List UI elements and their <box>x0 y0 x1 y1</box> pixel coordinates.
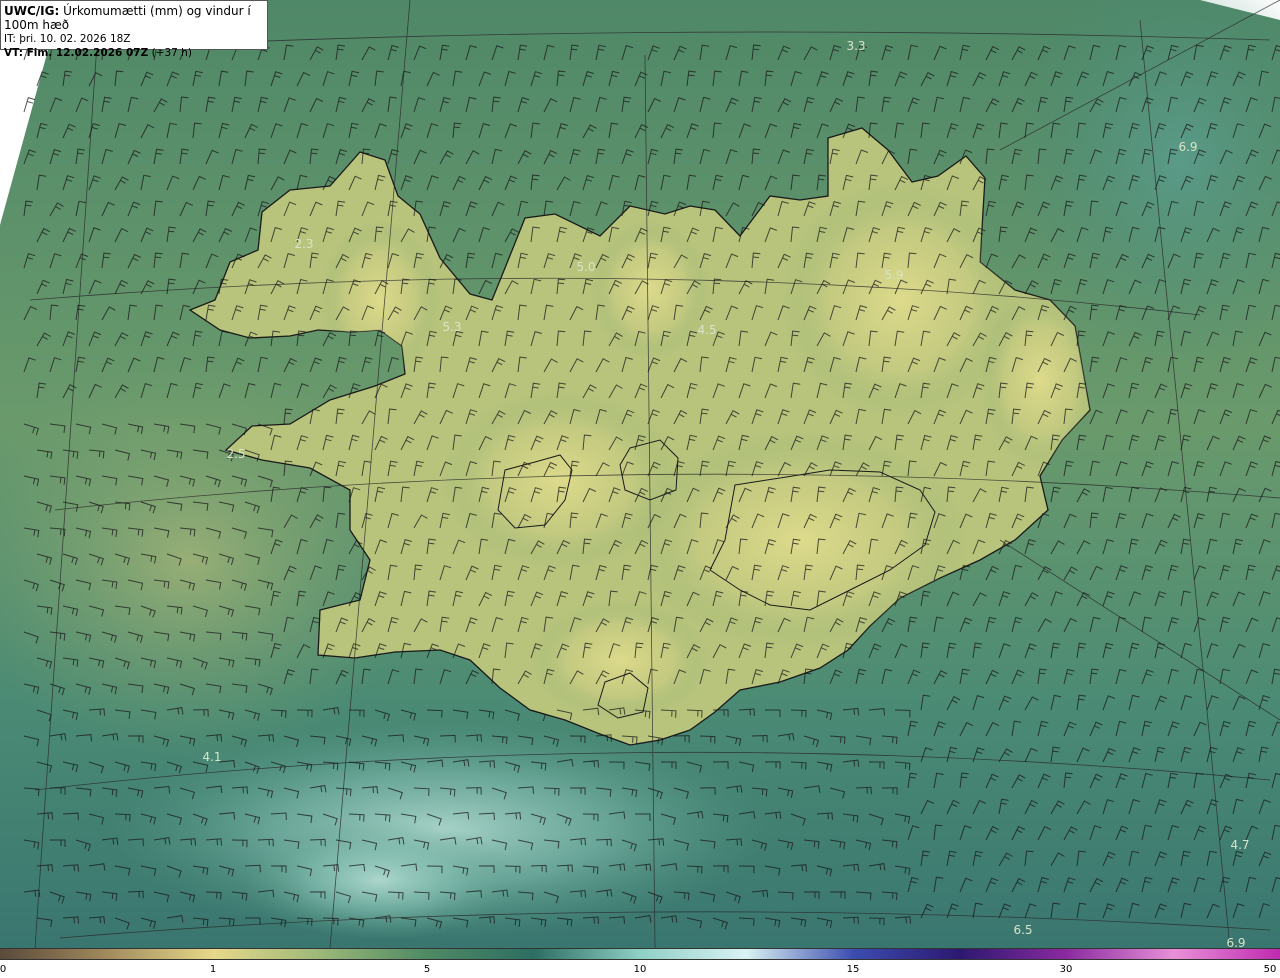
info-box: UWC/IG: Úrkomumætti (mm) og vindur í 100… <box>0 0 268 59</box>
valid-time: VT: Fim. 12.02.2026 07Z <box>4 47 149 59</box>
init-time: IT: þri. 10. 02. 2026 18Z <box>4 33 131 45</box>
colorbar-tick: 10 <box>633 964 647 975</box>
value-label: 5.3 <box>442 320 461 334</box>
colorbar-tick: 0 <box>0 964 7 975</box>
valid-offset: (+37 h) <box>151 47 192 59</box>
value-label: 5.0 <box>576 260 595 274</box>
value-label: 2.5 <box>226 447 245 461</box>
value-label: 4.1 <box>202 750 221 764</box>
colorbar-tick: 30 <box>1059 964 1073 975</box>
value-label: 5.9 <box>884 268 903 282</box>
value-label: 4.5 <box>697 323 716 337</box>
value-label: 6.9 <box>1226 936 1245 948</box>
colorbar-tick: 1 <box>209 964 217 975</box>
colorbar-tick: 50 <box>1263 964 1277 975</box>
weather-map: 3.3 6.9 2.3 5.0 5.9 5.3 4.5 2.5 4.1 4.7 6.5 6.9 <box>0 0 1280 948</box>
colorbar-tick: 15 <box>846 964 860 975</box>
value-label: 2.3 <box>294 237 313 251</box>
value-label: 3.3 <box>846 39 865 53</box>
model-label: UWC/IG: <box>4 4 60 18</box>
value-label: 6.9 <box>1178 140 1197 154</box>
colorbar: 0 1 5 10 15 30 50 <box>0 948 1280 978</box>
colorbar-tick: 5 <box>423 964 431 975</box>
value-label: 6.5 <box>1013 923 1032 937</box>
value-label: 4.7 <box>1230 838 1249 852</box>
colorbar-strip <box>0 948 1280 960</box>
